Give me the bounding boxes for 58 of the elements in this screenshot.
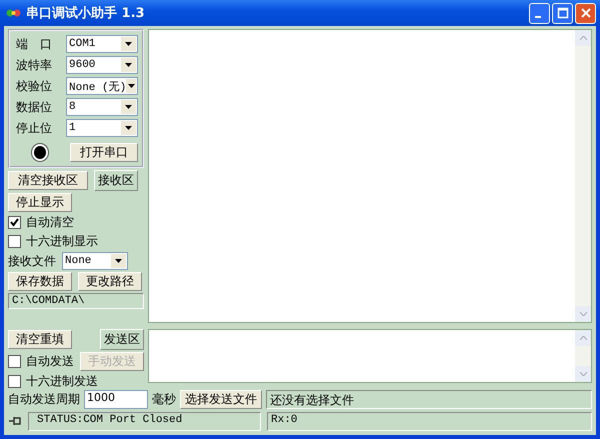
checkbox[interactable] (8, 235, 21, 248)
stop-display-button[interactable]: 停止显示 (8, 193, 72, 212)
scroll-up-icon (580, 36, 586, 40)
path-field: C:\COMDATA\ (8, 293, 144, 309)
scroll-down-icon (580, 312, 586, 316)
caret-icon (125, 42, 132, 46)
receive-area-label: 接收区 (94, 170, 138, 191)
send-area-label: 发送区 (100, 329, 144, 350)
unit-label: 毫秒 (152, 390, 176, 408)
file-status-field: 还没有选择文件 (266, 390, 592, 408)
maximize-button[interactable] (552, 2, 573, 24)
minimize-button[interactable] (529, 2, 550, 24)
setting-label: 波特率 (16, 56, 53, 74)
scroll-up-icon (580, 336, 586, 340)
checkbox[interactable] (8, 375, 21, 388)
setting-dropdown[interactable]: COM1 (66, 35, 138, 53)
caret-icon (128, 84, 135, 88)
setting-label: 校验位 (16, 78, 53, 94)
close-button[interactable] (575, 2, 596, 24)
scrollbar[interactable] (575, 330, 591, 382)
setting-label: 数据位 (16, 98, 53, 116)
caret-icon (125, 126, 132, 130)
setting-dropdown[interactable]: 8 (66, 98, 138, 116)
checkbox[interactable] (8, 355, 21, 368)
status-text: STATUS:COM Port Closed (28, 412, 261, 430)
save-data-button[interactable]: 保存数据 (8, 272, 72, 291)
caret-icon (115, 259, 122, 263)
checkbox-label: 自动发送 (26, 353, 74, 370)
send-text-area[interactable] (148, 329, 592, 383)
scroll-down-icon (580, 372, 586, 376)
scrollbar[interactable] (575, 30, 591, 322)
checkbox-label: 十六进制发送 (26, 373, 98, 390)
setting-dropdown[interactable]: 1 (66, 119, 138, 137)
checkbox[interactable] (8, 216, 21, 229)
setting-label: 停止位 (16, 120, 53, 136)
clear-receive-button[interactable]: 清空接收区 (8, 171, 88, 190)
app-icon (6, 7, 22, 19)
receive-file-dropdown[interactable]: None (62, 252, 128, 270)
period-field[interactable]: 1000 (84, 390, 148, 408)
checkbox-label: 十六进制显示 (26, 233, 98, 250)
rx-counter: Rx:0 (267, 412, 592, 430)
window-title: 串口调试小助手 1.3 (26, 4, 145, 22)
receive-file-label: 接收文件 (8, 252, 56, 270)
choose-file-button[interactable]: 选择发送文件 (180, 390, 262, 408)
close-icon (580, 7, 592, 19)
checkbox-label: 自动清空 (26, 214, 74, 231)
caret-icon (125, 63, 132, 67)
change-path-button[interactable]: 更改路径 (78, 272, 142, 291)
pin-icon (8, 416, 22, 426)
clear-send-button[interactable]: 清空重填 (8, 330, 72, 349)
setting-dropdown[interactable]: None (无) (66, 77, 138, 95)
setting-label: 端 口 (16, 36, 53, 52)
period-label: 自动发送周期 (8, 390, 80, 408)
caret-icon (125, 105, 132, 109)
open-port-button[interactable]: 打开串口 (70, 143, 138, 162)
minimize-icon (535, 16, 541, 18)
maximize-icon (556, 7, 568, 19)
setting-dropdown[interactable]: 9600 (66, 56, 138, 74)
